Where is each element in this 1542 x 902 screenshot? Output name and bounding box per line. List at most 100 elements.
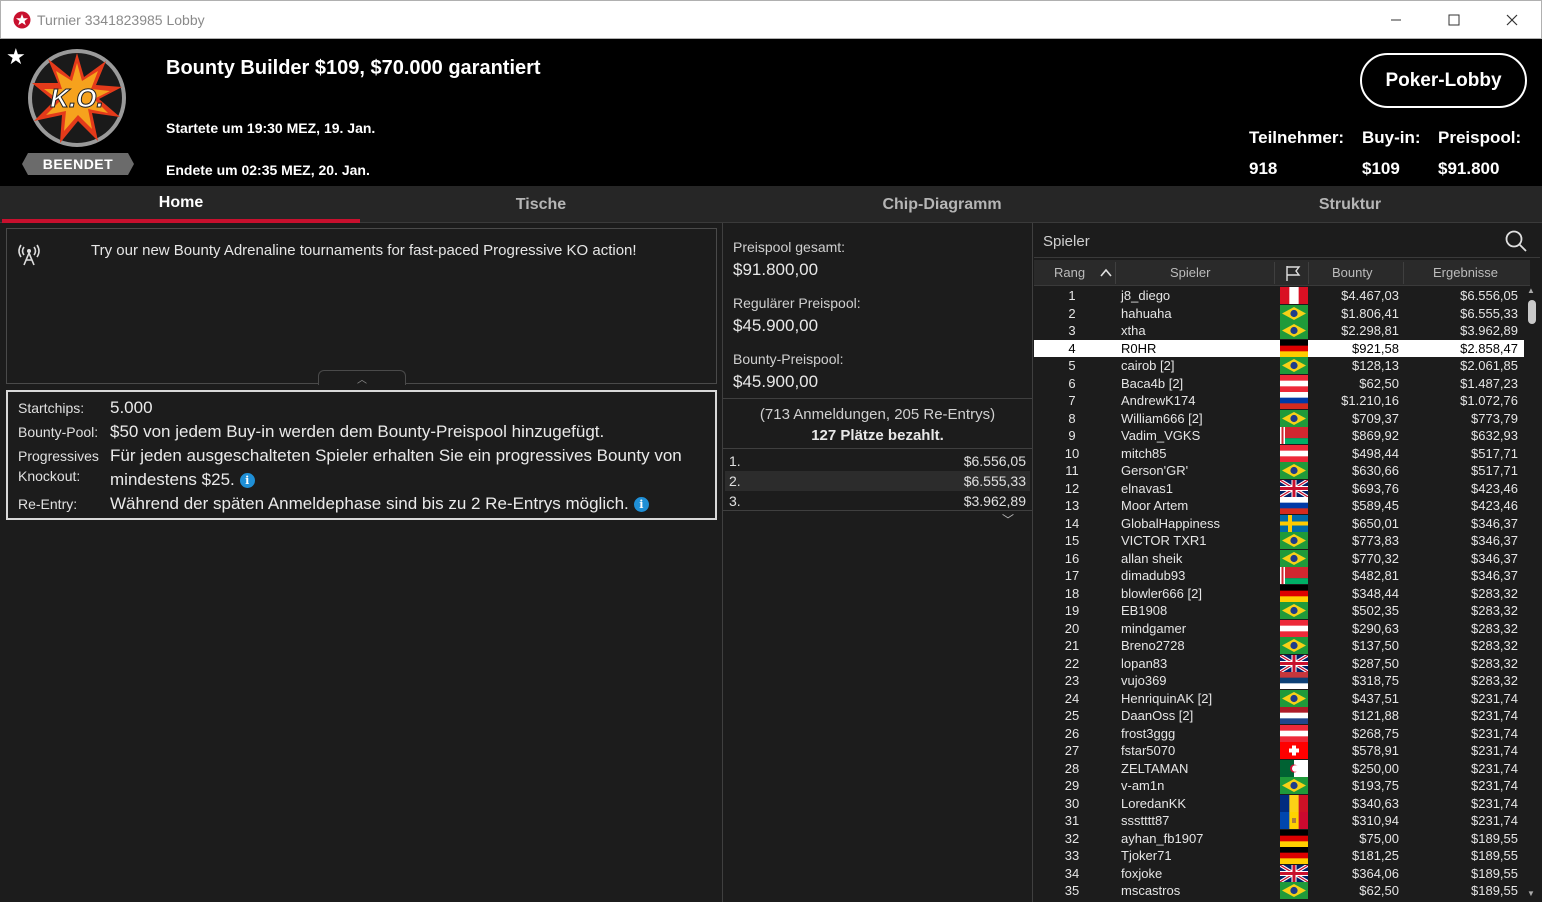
column-rank[interactable]: Rang: [1054, 265, 1085, 280]
players-table-body: 1 j8_diego $4.467,03 $6.556,05 2 hahuaha $1.80…: [1034, 287, 1524, 900]
country-flag-icon-de: [1280, 339, 1308, 358]
player-result: $2.858,47: [1460, 340, 1518, 356]
players-scrollbar[interactable]: ▲ ▼: [1525, 286, 1539, 898]
player-row[interactable]: 4 R0HR $921,58 $2.858,47: [1034, 339, 1524, 358]
player-row[interactable]: 16 allan sheik $770,32 $346,37: [1034, 549, 1524, 568]
close-button[interactable]: [1483, 1, 1541, 39]
player-row[interactable]: 19 EB1908 $502,35 $283,32: [1034, 602, 1524, 620]
column-player[interactable]: Spieler: [1170, 265, 1210, 280]
country-flag-icon-br: [1280, 322, 1308, 340]
sort-ascending-icon[interactable]: [1100, 268, 1112, 278]
player-bounty: $650,01: [1352, 515, 1399, 531]
country-flag-icon-gb: [1279, 478, 1309, 498]
player-bounty: $268,75: [1352, 725, 1399, 741]
player-row[interactable]: 5 cairob [2] $128,13 $2.061,85: [1034, 357, 1524, 375]
player-search-bar[interactable]: Spieler: [1034, 225, 1540, 258]
country-flag-icon-dz: [1280, 759, 1308, 778]
country-flag-icon-de: [1280, 847, 1308, 865]
player-row[interactable]: 33 Tjoker71 $181,25 $189,55: [1034, 847, 1524, 865]
country-flag-icon-br: [1280, 304, 1308, 323]
player-row[interactable]: 21 Breno2728 $137,50 $283,32: [1034, 637, 1524, 655]
tab-tables[interactable]: Tische: [362, 186, 720, 223]
player-name: vujo369: [1121, 673, 1167, 688]
scrollbar-thumb[interactable]: [1528, 300, 1536, 324]
player-result: $231,74: [1471, 795, 1518, 811]
maximize-button[interactable]: [1425, 1, 1483, 39]
player-row[interactable]: 32 ayhan_fb1907 $75,00 $189,55: [1034, 829, 1524, 848]
player-row[interactable]: 1 j8_diego $4.467,03 $6.556,05: [1034, 287, 1524, 305]
status-badge: BEENDET: [22, 153, 134, 175]
player-row[interactable]: 20 mindgamer $290,63 $283,32: [1034, 619, 1524, 638]
minimize-button[interactable]: [1367, 1, 1425, 39]
column-result[interactable]: Ergebnisse: [1433, 265, 1498, 280]
player-bounty: $693,76: [1352, 480, 1399, 496]
favorite-star-icon[interactable]: ★: [6, 44, 26, 70]
reentry-text: Während der späten Anmeldephase sind bis…: [110, 494, 629, 513]
pko-label-line2: Knockout:: [18, 468, 81, 484]
player-result: $6.555,33: [1460, 305, 1518, 321]
payout-separator: [723, 448, 1032, 449]
player-row[interactable]: 35 mscastros $62,50 $189,55: [1034, 882, 1524, 900]
player-bounty: $121,88: [1352, 708, 1399, 723]
player-rank: 33: [1064, 848, 1080, 863]
reentry-info-icon[interactable]: i: [633, 497, 649, 513]
player-row[interactable]: 6 Baca4b [2] $62,50 $1.487,23: [1034, 374, 1524, 393]
player-rank: 20: [1064, 620, 1080, 636]
scroll-down-arrow-icon[interactable]: ▼: [1527, 889, 1535, 898]
player-bounty: $709,37: [1352, 410, 1399, 426]
player-row[interactable]: 24 HenriquinAK [2] $437,51 $231,74: [1034, 689, 1524, 708]
player-row[interactable]: 22 lopan83 $287,50 $283,32: [1034, 653, 1524, 673]
player-row[interactable]: 15 VICTOR TXR1 $773,83 $346,37: [1034, 532, 1524, 550]
tab-chip-chart[interactable]: Chip-Diagramm: [722, 186, 1162, 223]
player-bounty: $589,45: [1352, 498, 1399, 513]
tab-home[interactable]: Home: [2, 186, 360, 223]
player-row[interactable]: 27 fstar5070 $578,91 $231,74: [1034, 742, 1524, 760]
player-row[interactable]: 10 mitch85 $498,44 $517,71: [1034, 444, 1524, 463]
player-row[interactable]: 18 blowler666 [2] $348,44 $283,32: [1034, 584, 1524, 603]
regular-prizepool-value: $45.900,00: [733, 316, 819, 335]
player-name: DaanOss [2]: [1121, 708, 1194, 723]
player-row[interactable]: 34 foxjoke $364,06 $189,55: [1034, 863, 1524, 883]
player-row[interactable]: 17 dimadub93 $482,81 $346,37: [1034, 567, 1524, 585]
tab-structure[interactable]: Struktur: [1160, 186, 1540, 223]
player-row[interactable]: 3 xtha $2.298,81 $3.962,89: [1034, 322, 1524, 340]
payout-row: 1. $6.556,05: [725, 451, 1030, 471]
player-name: allan sheik: [1121, 550, 1183, 566]
column-bounty[interactable]: Bounty: [1332, 265, 1372, 280]
player-result: $346,37: [1471, 550, 1518, 566]
player-row[interactable]: 2 hahuaha $1.806,41 $6.555,33: [1034, 304, 1524, 323]
pko-info-icon[interactable]: i: [239, 473, 255, 489]
collapse-news-button[interactable]: ︿: [318, 370, 406, 386]
player-row[interactable]: 11 Gerson'GR' $630,66 $517,71: [1034, 462, 1524, 480]
search-icon[interactable]: [1504, 229, 1528, 253]
player-row[interactable]: 25 DaanOss [2] $121,88 $231,74: [1034, 707, 1524, 725]
player-row[interactable]: 23 vujo369 $318,75 $283,32: [1034, 672, 1524, 690]
player-row[interactable]: 9 Vadim_VGKS $869,92 $632,93: [1034, 427, 1524, 445]
country-flag-icon-md: [1280, 812, 1309, 830]
player-bounty: $869,92: [1352, 428, 1399, 443]
player-row[interactable]: 14 GlobalHappiness $650,01 $346,37: [1034, 514, 1524, 533]
player-row[interactable]: 12 elnavas1 $693,76 $423,46: [1034, 478, 1524, 498]
country-flag-icon-gb: [1279, 653, 1309, 673]
player-name: Gerson'GR': [1121, 463, 1189, 478]
country-flag-icon-br: [1280, 882, 1308, 900]
player-row[interactable]: 28 ZELTAMAN $250,00 $231,74: [1034, 759, 1524, 778]
scroll-up-arrow-icon[interactable]: ▲: [1527, 286, 1535, 295]
player-row[interactable]: 31 ssstttt87 $310,94 $231,74: [1034, 812, 1524, 830]
player-row[interactable]: 29 v-am1n $193,75 $231,74: [1034, 777, 1524, 795]
player-rank: 15: [1064, 533, 1080, 548]
expand-payouts-chevron-icon[interactable]: ﹀: [1002, 511, 1014, 528]
player-row[interactable]: 8 William666 [2] $709,37 $773,79: [1034, 409, 1524, 428]
player-row[interactable]: 30 LoredanKK $340,63 $231,74: [1034, 794, 1524, 813]
country-flag-icon-br: [1280, 549, 1308, 568]
player-name: EB1908: [1121, 603, 1168, 618]
player-row[interactable]: 13 Moor Artem $589,45 $423,46: [1034, 497, 1524, 515]
player-rank: 25: [1064, 708, 1080, 723]
country-flag-column-icon[interactable]: [1284, 264, 1302, 282]
player-name: v-am1n: [1121, 778, 1165, 793]
poker-lobby-button[interactable]: Poker-Lobby: [1360, 53, 1527, 108]
player-name: HenriquinAK [2]: [1121, 690, 1213, 706]
player-row[interactable]: 7 AndrewK174 $1.210,16 $1.072,76: [1034, 392, 1524, 410]
player-row[interactable]: 26 frost3ggg $268,75 $231,74: [1034, 724, 1524, 743]
player-name: R0HR: [1121, 340, 1157, 356]
